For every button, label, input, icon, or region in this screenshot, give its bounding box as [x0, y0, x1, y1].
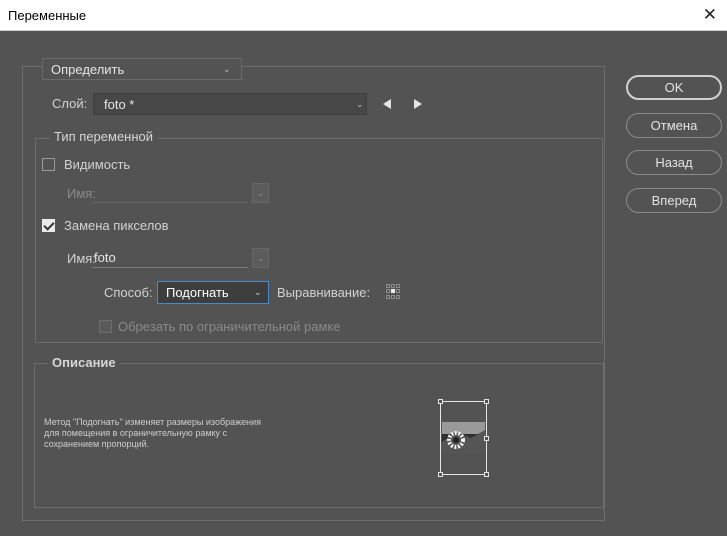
description-line-2: для помещения в ограничительную рамку с: [44, 428, 228, 438]
cancel-button[interactable]: Отмена: [626, 113, 722, 138]
mode-dropdown-value: Определить: [51, 62, 125, 77]
chevron-down-icon: ⌄: [223, 64, 231, 74]
visibility-label: Видимость: [64, 157, 131, 172]
layer-label: Слой:: [52, 96, 88, 111]
description-text: Метод "Подогнать" изменяет размеры изобр…: [44, 417, 354, 450]
alignment-grid-icon[interactable]: [386, 284, 401, 299]
visibility-name-dropdown: ⌄: [252, 183, 269, 203]
chevron-down-icon: ⌄: [257, 188, 265, 198]
pixel-replacement-label: Замена пикселов: [64, 218, 169, 233]
layer-dropdown[interactable]: foto * ⌄: [93, 93, 367, 115]
pixel-replacement-name-field[interactable]: foto: [92, 248, 248, 268]
pixel-replacement-name-dropdown[interactable]: ⌄: [252, 248, 269, 268]
pixel-replacement-checkbox[interactable]: [42, 219, 55, 232]
description-line-1: Метод "Подогнать" изменяет размеры изобр…: [44, 417, 262, 427]
chevron-down-icon: ⌄: [257, 253, 265, 263]
preview-handle: [484, 399, 489, 404]
title-bar: Переменные ✕: [0, 0, 727, 31]
window-title: Переменные: [8, 8, 87, 23]
next-layer-icon[interactable]: [414, 99, 422, 109]
close-icon[interactable]: ✕: [703, 5, 717, 25]
alignment-label: Выравнивание:: [277, 285, 371, 300]
visibility-checkbox[interactable]: [42, 158, 55, 171]
layer-dropdown-value: foto *: [104, 97, 135, 112]
back-button[interactable]: Назад: [626, 150, 722, 175]
previous-layer-icon[interactable]: [383, 99, 391, 109]
preview-handle: [484, 436, 489, 441]
method-label: Способ:: [104, 285, 153, 300]
forward-button[interactable]: Вперед: [626, 188, 722, 213]
clip-label: Обрезать по ограничительной рамке: [118, 319, 341, 334]
variable-type-legend: Тип переменной: [50, 129, 158, 144]
description-line-3: сохранением пропорций.: [44, 439, 150, 449]
preview-handle: [438, 472, 443, 477]
method-dropdown-value: Подогнать: [166, 285, 229, 300]
description-legend: Описание: [48, 355, 120, 370]
method-dropdown[interactable]: Подогнать ⌄: [157, 281, 269, 304]
ok-button[interactable]: OK: [626, 75, 722, 100]
chevron-down-icon: ⌄: [356, 99, 364, 109]
visibility-name-field: [92, 183, 248, 203]
preview-handle: [438, 399, 443, 404]
fit-preview-icon: [438, 399, 489, 477]
chevron-down-icon: ⌄: [254, 287, 262, 297]
clip-checkbox: [99, 320, 112, 333]
mode-dropdown[interactable]: Определить ⌄: [42, 58, 242, 80]
preview-handle: [484, 472, 489, 477]
